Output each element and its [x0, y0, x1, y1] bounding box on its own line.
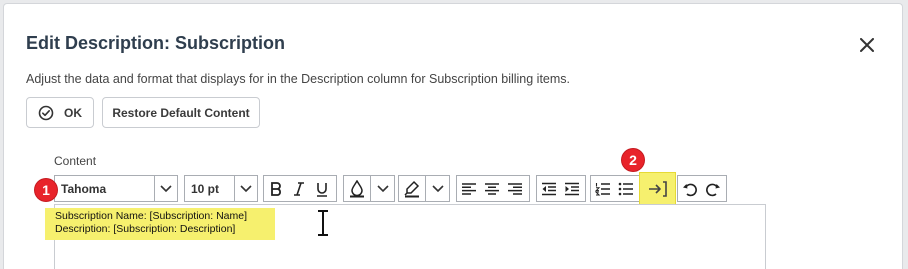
edit-description-dialog: Edit Description: Subscription Adjust th… [3, 3, 903, 269]
align-center-button[interactable] [480, 176, 503, 201]
numbered-list-icon [594, 182, 610, 196]
indent-group [536, 175, 586, 202]
highlight-color-dropdown[interactable] [425, 176, 449, 201]
restore-default-content-button[interactable]: Restore Default Content [102, 97, 260, 128]
font-color-icon [350, 179, 365, 197]
font-family-dropdown-arrow[interactable] [154, 176, 177, 201]
chevron-down-icon [377, 184, 389, 192]
redo-button[interactable] [701, 176, 724, 201]
close-icon [860, 38, 874, 52]
italic-button[interactable] [287, 176, 310, 201]
undo-icon [682, 183, 697, 196]
dialog-description: Adjust the data and format that displays… [26, 72, 571, 86]
font-family-select[interactable]: Tahoma [54, 175, 178, 202]
outdent-icon [541, 182, 556, 195]
chevron-down-icon [160, 184, 172, 192]
text-cursor-icon [318, 210, 328, 236]
align-center-icon [484, 182, 499, 195]
align-left-icon [461, 182, 476, 195]
font-family-value: Tahoma [61, 181, 107, 196]
ok-button[interactable]: OK [26, 97, 94, 128]
editor-content-text[interactable]: Subscription Name: [Subscription: Name] … [45, 208, 275, 240]
align-right-button[interactable] [503, 176, 526, 201]
history-group [677, 175, 727, 202]
chevron-down-icon [432, 184, 444, 192]
editor-line: Description: [Subscription: Description] [55, 223, 236, 235]
dialog-title: Edit Description: Subscription [26, 33, 286, 53]
align-right-icon [507, 182, 522, 195]
callout-badge-2: 2 [622, 149, 644, 171]
indent-button[interactable] [560, 176, 583, 201]
underline-button[interactable] [310, 176, 333, 201]
highlight-color-button[interactable] [399, 176, 425, 201]
check-circle-icon [38, 105, 54, 120]
font-size-dropdown-arrow[interactable] [234, 176, 257, 201]
ok-button-label: OK [64, 105, 82, 120]
insert-field-icon [648, 181, 667, 197]
list-group [590, 175, 640, 202]
bullet-list-icon [618, 182, 633, 195]
alignment-group [456, 175, 530, 202]
font-size-value: 10 pt [191, 181, 220, 196]
highlight-color-group [398, 175, 450, 202]
underline-icon [316, 182, 327, 197]
highlight-pen-icon [404, 180, 420, 197]
align-left-button[interactable] [457, 176, 480, 201]
text-style-group [263, 175, 337, 202]
font-color-dropdown[interactable] [370, 176, 394, 201]
font-size-select[interactable]: 10 pt [184, 175, 258, 202]
callout-badge-1: 1 [35, 179, 57, 201]
bold-button[interactable] [264, 176, 287, 201]
undo-button[interactable] [678, 176, 701, 201]
outdent-button[interactable] [537, 176, 560, 201]
numbered-list-button[interactable] [591, 176, 614, 201]
font-color-button[interactable] [344, 176, 370, 201]
bullet-list-button[interactable] [614, 176, 637, 201]
chevron-down-icon [240, 184, 252, 192]
close-button[interactable] [856, 34, 878, 56]
editor-line: Subscription Name: [Subscription: Name] [55, 210, 247, 222]
font-color-group [343, 175, 395, 202]
italic-icon [293, 181, 304, 196]
indent-icon [564, 182, 579, 195]
redo-icon [705, 183, 720, 196]
bold-icon [270, 181, 281, 196]
content-label: Content [54, 154, 97, 168]
insert-field-button[interactable] [639, 172, 676, 206]
